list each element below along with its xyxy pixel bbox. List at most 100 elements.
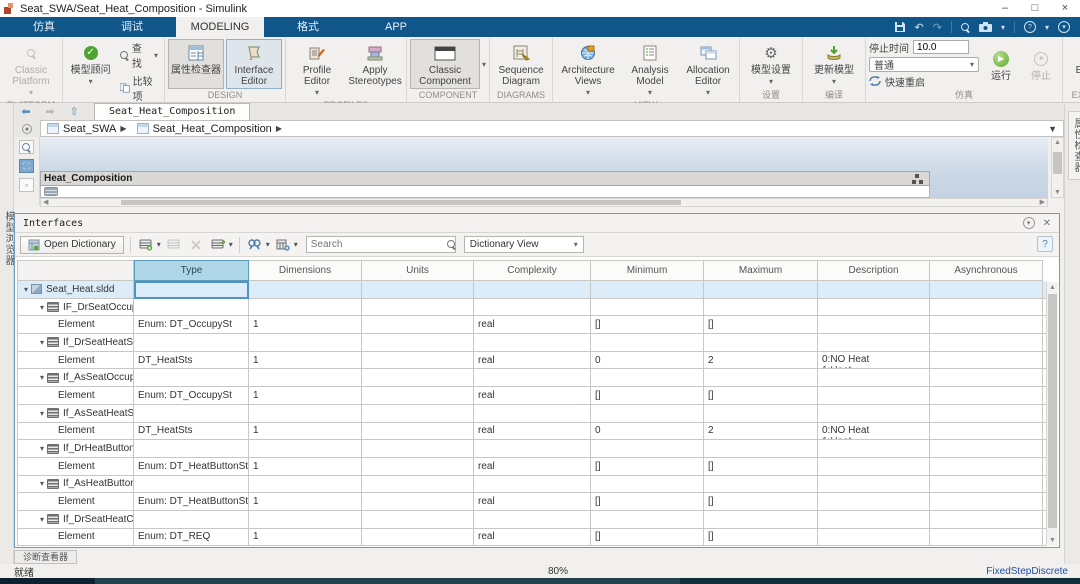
maximize-button[interactable]: □ bbox=[1020, 0, 1050, 17]
chevron-down-icon[interactable]: ▾ bbox=[482, 60, 486, 69]
breadcrumb-item[interactable]: Seat_Heat_Composition bbox=[153, 123, 272, 135]
cell-complexity[interactable] bbox=[474, 476, 591, 494]
cell-type[interactable]: Enum: DT_HeatButtonSt bbox=[134, 458, 249, 476]
table-row[interactable]: ElementDT_HeatSts1real020:NO Heat1:Heat bbox=[17, 352, 1046, 370]
cell-complexity[interactable] bbox=[474, 299, 591, 317]
column-header-type[interactable]: Type bbox=[134, 260, 249, 281]
cell-type[interactable] bbox=[134, 476, 249, 494]
delete-button[interactable] bbox=[187, 236, 205, 254]
save-icon[interactable] bbox=[894, 21, 906, 33]
cell-asynchronous[interactable] bbox=[930, 299, 1043, 317]
scroll-down-icon[interactable]: ▼ bbox=[1047, 537, 1058, 544]
scroll-down-icon[interactable]: ▼ bbox=[1052, 189, 1063, 196]
cell-maximum[interactable]: 2 bbox=[704, 423, 818, 441]
cell-description[interactable] bbox=[818, 493, 930, 511]
cell-complexity[interactable] bbox=[474, 369, 591, 387]
update-model-button[interactable]: 更新模型 ▾ bbox=[806, 39, 862, 89]
cell-type[interactable] bbox=[134, 299, 249, 317]
cell-type[interactable] bbox=[134, 369, 249, 387]
table-row[interactable]: ElementEnum: DT_HeatButtonSt1real[][] bbox=[17, 458, 1046, 476]
cell-maximum[interactable]: [] bbox=[704, 458, 818, 476]
cell-type[interactable]: Enum: DT_OccupySt bbox=[134, 316, 249, 334]
cell-minimum[interactable]: [] bbox=[591, 316, 704, 334]
expand-all-button[interactable] bbox=[246, 236, 264, 254]
classic-component-button[interactable]: Classic Component bbox=[410, 39, 480, 89]
cell-tree[interactable]: Element bbox=[17, 352, 134, 370]
column-options-button[interactable] bbox=[274, 236, 292, 254]
table-row[interactable]: ▾If_AsSeatOccupy bbox=[17, 369, 1046, 387]
cell-type[interactable] bbox=[134, 511, 249, 529]
cell-description[interactable] bbox=[818, 440, 930, 458]
cell-description[interactable] bbox=[818, 529, 930, 546]
cell-tree[interactable]: ▾If_AsSeatOccupy bbox=[17, 369, 134, 387]
cell-maximum[interactable]: [] bbox=[704, 387, 818, 405]
cell-units[interactable] bbox=[362, 440, 474, 458]
cell-description[interactable] bbox=[818, 405, 930, 423]
cell-minimum[interactable] bbox=[591, 281, 704, 299]
cell-complexity[interactable] bbox=[474, 405, 591, 423]
cell-description[interactable] bbox=[818, 511, 930, 529]
taskbar-app-segment[interactable] bbox=[95, 578, 680, 584]
cell-complexity[interactable]: real bbox=[474, 316, 591, 334]
cell-description[interactable]: 0:NO Heat1:Heat bbox=[818, 352, 930, 370]
scrollbar-thumb[interactable] bbox=[1048, 294, 1057, 528]
help-icon[interactable]: ? bbox=[1037, 236, 1053, 252]
cell-maximum[interactable] bbox=[704, 281, 818, 299]
cell-tree[interactable]: Element bbox=[17, 387, 134, 405]
cell-dimensions[interactable] bbox=[249, 369, 362, 387]
property-inspector-button[interactable]: 属性检查器 bbox=[168, 39, 224, 89]
cell-complexity[interactable]: real bbox=[474, 529, 591, 546]
cell-asynchronous[interactable] bbox=[930, 440, 1043, 458]
sequence-diagram-button[interactable]: Sequence Diagram bbox=[493, 39, 549, 89]
cell-units[interactable] bbox=[362, 405, 474, 423]
cell-tree[interactable]: ▾If_DrHeatButtonSt bbox=[17, 440, 134, 458]
cell-dimensions[interactable]: 1 bbox=[249, 529, 362, 546]
table-row[interactable]: ▾If_DrSeatHeatCo bbox=[17, 511, 1046, 529]
cell-complexity[interactable]: real bbox=[474, 352, 591, 370]
cell-tree[interactable]: ▾Seat_Heat.sldd bbox=[17, 281, 134, 299]
cell-minimum[interactable]: [] bbox=[591, 387, 704, 405]
find-button[interactable]: 查找▾ bbox=[117, 39, 161, 71]
cell-maximum[interactable] bbox=[704, 511, 818, 529]
cell-units[interactable] bbox=[362, 476, 474, 494]
import-button[interactable] bbox=[209, 236, 227, 254]
table-row[interactable]: ▾If_DrSeatHeatSt bbox=[17, 334, 1046, 352]
tab-debug[interactable]: 调试 bbox=[88, 17, 176, 37]
cell-tree[interactable]: ▾IF_DrSeatOccup bbox=[17, 299, 134, 317]
column-header-description[interactable]: Description bbox=[818, 260, 930, 281]
windows-taskbar[interactable] bbox=[0, 578, 1080, 584]
cell-complexity[interactable] bbox=[474, 440, 591, 458]
cell-minimum[interactable] bbox=[591, 299, 704, 317]
chevron-down-icon[interactable]: ▾ bbox=[1045, 23, 1049, 32]
expand-arrow-icon[interactable]: ▾ bbox=[40, 444, 44, 453]
cell-maximum[interactable] bbox=[704, 334, 818, 352]
cell-units[interactable] bbox=[362, 529, 474, 546]
canvas-horizontal-scrollbar[interactable]: ◀ ▶ bbox=[40, 198, 1048, 207]
cell-type[interactable] bbox=[134, 440, 249, 458]
cell-minimum[interactable]: 0 bbox=[591, 352, 704, 370]
property-inspector-tab[interactable]: 属性检查器 bbox=[1068, 111, 1080, 180]
canvas-vertical-scrollbar[interactable]: ▲ ▼ bbox=[1051, 137, 1064, 198]
heat-composition-block[interactable]: Heat_Composition bbox=[40, 171, 930, 186]
cell-tree[interactable]: ▾If_AsSeatHeatSt bbox=[17, 405, 134, 423]
up-icon[interactable]: ⇧ bbox=[62, 105, 86, 118]
cell-units[interactable] bbox=[362, 387, 474, 405]
breadcrumb-item[interactable]: Seat_SWA bbox=[63, 123, 116, 135]
scroll-up-icon[interactable]: ▲ bbox=[1047, 284, 1058, 291]
viewport-icon[interactable]: ▫ bbox=[19, 178, 34, 192]
scrollbar-thumb[interactable] bbox=[1053, 152, 1062, 174]
cell-minimum[interactable]: [] bbox=[591, 493, 704, 511]
cell-description[interactable] bbox=[818, 299, 930, 317]
minimize-button[interactable]: – bbox=[990, 0, 1020, 17]
subsystem-badge-icon[interactable]: ● bbox=[22, 124, 32, 134]
cell-dimensions[interactable]: 1 bbox=[249, 352, 362, 370]
cell-type[interactable] bbox=[134, 405, 249, 423]
back-icon[interactable]: ⬅ bbox=[14, 105, 38, 118]
cell-dimensions[interactable] bbox=[249, 334, 362, 352]
cell-description[interactable] bbox=[818, 458, 930, 476]
cell-type[interactable] bbox=[134, 281, 249, 299]
stop-time-input[interactable] bbox=[913, 40, 969, 54]
cell-description[interactable] bbox=[818, 387, 930, 405]
column-header-units[interactable]: Units bbox=[362, 260, 474, 281]
minimize-ribbon-icon[interactable]: ▾ bbox=[1058, 21, 1070, 33]
